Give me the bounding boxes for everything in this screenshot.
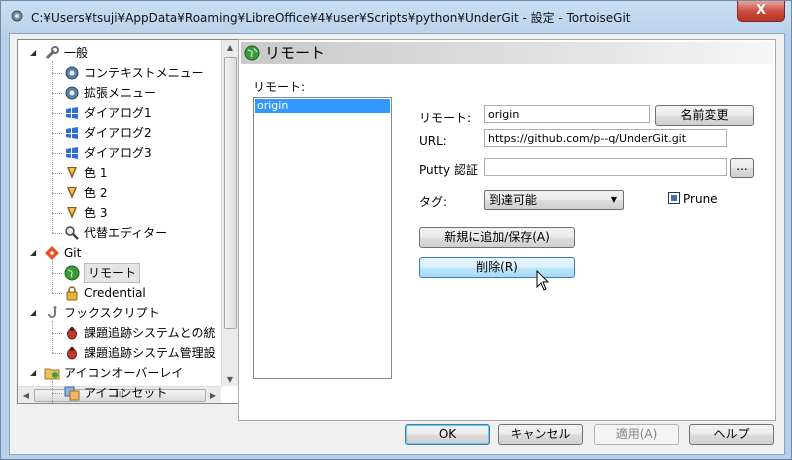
bug-icon bbox=[67, 327, 77, 340]
close-button[interactable]: X bbox=[737, 1, 785, 22]
tree-connector bbox=[52, 93, 62, 94]
putty-key-input[interactable] bbox=[484, 158, 727, 176]
tree-connector bbox=[52, 173, 62, 174]
globe-icon bbox=[64, 265, 80, 281]
bug-icon bbox=[67, 347, 77, 360]
tree-vscroll-thumb[interactable] bbox=[224, 57, 237, 329]
gear-icon bbox=[65, 86, 79, 100]
gear-icon bbox=[65, 66, 79, 80]
panel-header: リモート bbox=[241, 42, 773, 64]
tree-item-label: コンテキストメニュー bbox=[84, 66, 204, 80]
prune-checkbox[interactable] bbox=[668, 192, 680, 204]
tree-connector bbox=[52, 321, 53, 353]
tree-connector bbox=[52, 261, 53, 293]
tree-item-label: ダイアログ2 bbox=[84, 126, 152, 140]
dropdown-arrow-icon: ▼ bbox=[610, 195, 617, 204]
git-icon bbox=[45, 246, 59, 260]
mouse-cursor-icon bbox=[536, 270, 550, 291]
tree-expander-icon[interactable]: ◢ bbox=[30, 249, 38, 257]
palette-icon bbox=[67, 187, 77, 199]
windows-flag-icon bbox=[66, 107, 78, 119]
tree-connector bbox=[52, 213, 62, 214]
cancel-button[interactable]: キャンセル bbox=[498, 424, 583, 445]
settings-gear-icon bbox=[11, 10, 23, 22]
apply-button[interactable]: 適用(A) bbox=[594, 424, 679, 445]
wrench-icon bbox=[45, 46, 59, 60]
tree-connector bbox=[52, 333, 62, 334]
magnifier-icon bbox=[65, 226, 79, 240]
tree-item-label: 色 1 bbox=[84, 166, 108, 180]
tree-item-label: 拡張メニュー bbox=[84, 86, 157, 100]
scroll-right-icon[interactable]: ▶ bbox=[205, 391, 221, 400]
tree-expander-icon[interactable]: ◢ bbox=[30, 49, 38, 57]
ok-button[interactable]: OK bbox=[405, 424, 490, 445]
settings-tree[interactable]: ▲ ▼ ◀ III ▶ 一般 ◢ コンテキストメニュー 拡張メニュー ダイアログ1 ダイア… bbox=[17, 39, 239, 404]
url-input[interactable]: https://github.com/p--q/UnderGit.git bbox=[484, 129, 727, 147]
tag-label: タグ: bbox=[419, 195, 448, 209]
title-bar: C:¥Users¥tsuji¥AppData¥Roaming¥LibreOffi… bbox=[1, 1, 791, 33]
remote-listbox[interactable]: origin bbox=[253, 97, 392, 379]
globe-icon bbox=[244, 45, 260, 61]
tag-select-value: 到達可能 bbox=[489, 193, 538, 207]
tree-item-label: フックスクリプト bbox=[64, 306, 160, 320]
prune-label: Prune bbox=[683, 192, 718, 206]
tree-item-label: アイコンセット bbox=[84, 386, 168, 400]
remote-list-label: リモート: bbox=[253, 80, 306, 94]
tree-connector bbox=[52, 353, 62, 354]
palette-icon bbox=[67, 167, 77, 179]
tree-connector bbox=[52, 113, 62, 114]
browse-button[interactable]: ... bbox=[730, 158, 754, 178]
tree-item-label: 色 2 bbox=[84, 186, 108, 200]
tree-item-label: 一般 bbox=[64, 46, 89, 60]
tree-item-label: Credential bbox=[84, 286, 146, 300]
tree-item-label: Git bbox=[64, 246, 82, 260]
tree-connector bbox=[52, 153, 62, 154]
tree-connector bbox=[52, 393, 62, 394]
remote-list-item[interactable]: origin bbox=[255, 99, 390, 113]
scroll-up-icon[interactable]: ▲ bbox=[222, 43, 238, 52]
remote-name-input[interactable]: origin bbox=[484, 105, 650, 123]
palette-icon bbox=[67, 207, 77, 219]
panel-title: リモート bbox=[265, 44, 326, 62]
rename-button[interactable]: 名前変更 bbox=[655, 105, 754, 126]
tree-expander-icon[interactable]: ◢ bbox=[30, 369, 38, 377]
tree-item-label: 課題追跡システムとの統 bbox=[84, 326, 216, 340]
putty-label: Putty 認証 bbox=[419, 163, 478, 177]
client-area: ▲ ▼ ◀ III ▶ 一般 ◢ コンテキストメニュー 拡張メニュー ダイアログ1 ダイア… bbox=[9, 33, 785, 455]
tree-connector bbox=[52, 73, 62, 74]
tree-item-label: 色 3 bbox=[84, 206, 108, 220]
lock-icon bbox=[66, 286, 78, 301]
tree-connector bbox=[52, 193, 62, 194]
tree-connector bbox=[52, 293, 62, 294]
window-title: C:¥Users¥tsuji¥AppData¥Roaming¥LibreOffi… bbox=[31, 11, 631, 25]
tag-select[interactable]: 到達可能 ▼ bbox=[484, 190, 624, 210]
tree-expander-icon[interactable]: ◢ bbox=[30, 309, 38, 317]
url-label: URL: bbox=[419, 134, 447, 148]
scroll-left-icon[interactable]: ◀ bbox=[18, 391, 34, 400]
tree-vertical-scrollbar[interactable]: ▲ ▼ bbox=[221, 40, 238, 386]
tree-item-label: ダイアログ3 bbox=[84, 146, 152, 160]
tree-item-label: リモート bbox=[84, 263, 141, 283]
tree-item-label: アイコンオーバーレイ bbox=[64, 366, 184, 380]
add-save-button[interactable]: 新規に追加/保存(A) bbox=[419, 227, 575, 248]
remote-settings-panel: リモート リモート: origin リモート: origin 名前変更 URL:… bbox=[238, 39, 776, 421]
help-button[interactable]: ヘルプ bbox=[689, 424, 774, 445]
scroll-down-icon[interactable]: ▼ bbox=[222, 375, 238, 384]
settings-window: C:¥Users¥tsuji¥AppData¥Roaming¥LibreOffi… bbox=[0, 0, 792, 460]
tree-item-label: ダイアログ1 bbox=[84, 106, 152, 120]
windows-flag-icon bbox=[66, 147, 78, 159]
tree-connector bbox=[52, 233, 62, 234]
tree-connector bbox=[52, 381, 53, 403]
tree-connector bbox=[52, 133, 62, 134]
tree-connector bbox=[52, 61, 53, 233]
delete-button[interactable]: 削除(R) bbox=[419, 257, 575, 278]
iconset-icon bbox=[64, 386, 80, 401]
hook-icon bbox=[48, 306, 57, 318]
folder-icon bbox=[44, 368, 60, 380]
windows-flag-icon bbox=[66, 127, 78, 139]
tree-connector bbox=[52, 273, 62, 274]
remote-name-label: リモート: bbox=[419, 111, 472, 125]
tree-item-label: 課題追跡システム管理設 bbox=[84, 346, 216, 360]
tree-item-label: 代替エディター bbox=[84, 226, 168, 240]
